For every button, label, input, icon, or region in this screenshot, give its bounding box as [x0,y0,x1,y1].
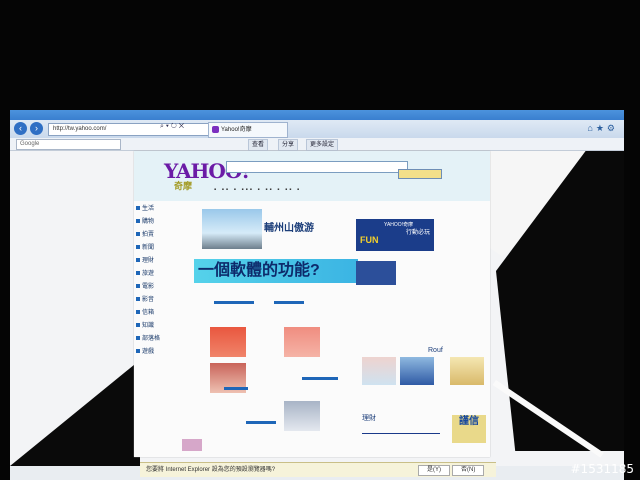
infobar-message: 您要將 Internet Explorer 設為您的預設瀏覽器嗎? [146,467,276,473]
nav-item[interactable]: 理財 [136,255,192,266]
finance-chart-line [362,433,440,434]
toolbar-view-button[interactable]: 查看 [248,139,269,151]
infobar-no-button[interactable]: 否(N) [452,465,485,476]
hero-image[interactable] [202,209,262,249]
address-bar[interactable]: http://tw.yahoo.com/ [48,123,214,136]
toolbar-more-button[interactable]: 更多設定 [306,139,339,151]
ie-default-browser-bar: 您要將 Internet Explorer 設為您的預設瀏覽器嗎? 是(Y) 否… [140,462,496,477]
glitch-dash [274,301,304,304]
yahoo-page: YAHOO! 奇摩 ▪ ▪▪ ▪ ▪▪▪ ▪ ▪▪ ▪ ▪▪ ▪ 生活 購物 拍… [134,151,490,457]
forward-icon[interactable]: › [30,122,43,135]
ad-label: 行動必玩 [406,230,431,236]
right-thumb[interactable] [400,357,434,385]
glitch-dash [246,421,276,424]
browser-toolbar-icons[interactable]: ⌂★⚙ [587,123,618,134]
ad-secondary[interactable] [356,261,396,285]
nav-item[interactable]: 新聞 [136,242,192,253]
glitch-dash [224,387,248,390]
left-nav: 生活 購物 拍賣 新聞 理財 旅遊 電影 影音 信箱 知識 部落格 遊戲 [136,201,192,457]
product-thumb[interactable] [210,327,246,357]
toolbar-share-button[interactable]: 分享 [278,139,299,151]
product-thumb[interactable] [284,327,320,357]
nav-item[interactable]: 遊戲 [136,346,192,357]
search-button[interactable] [398,169,442,179]
tab-label: Yahoo!奇摩 [221,127,252,133]
banner-headline[interactable]: 一個軟體的功能? [194,259,358,283]
yahoo-logo-sub: 奇摩 [174,181,193,191]
infobar-yes-button[interactable]: 是(Y) [418,465,450,476]
navigation-bar: ‹ › http://tw.yahoo.com/ ⌕▾↻✕ Yahoo!奇摩 ⌂… [10,120,624,138]
address-bar-icons[interactable]: ⌕▾↻✕ [160,123,186,131]
page-header: YAHOO! 奇摩 ▪ ▪▪ ▪ ▪▪▪ ▪ ▪▪ ▪ ▪▪ ▪ [134,151,490,201]
nav-item[interactable]: 影音 [136,294,192,305]
nav-item[interactable]: 生活 [136,203,192,214]
header-links[interactable]: ▪ ▪▪ ▪ ▪▪▪ ▪ ▪▪ ▪ ▪▪ ▪ [214,187,301,193]
google-toolbar: Google 查看 分享 更多設定 [10,138,624,151]
nav-item[interactable]: 旅遊 [136,268,192,279]
nav-item[interactable]: 知識 [136,320,192,331]
right-thumb[interactable] [450,357,484,385]
search-input[interactable] [226,161,408,173]
right-thumb[interactable] [362,357,396,385]
nav-item[interactable]: 電影 [136,281,192,292]
finance-title: 理財 [362,415,376,422]
watermark: #1531185 [570,462,635,476]
browser-tab[interactable]: Yahoo!奇摩 [208,122,288,138]
glitch-dash [214,301,254,304]
nav-item[interactable]: 信箱 [136,307,192,318]
hero-title[interactable]: 輔州山傲游 [264,219,314,234]
right-section-title: Rouf [428,347,443,354]
glitch-blob [182,439,202,451]
nav-item[interactable]: 購物 [136,216,192,227]
jinxin-ad[interactable]: 謹信 [452,415,486,443]
product-thumb[interactable] [284,401,320,431]
google-search-input[interactable]: Google [16,139,121,150]
window-titlebar [10,110,624,120]
glitch-dash [302,377,338,380]
back-icon[interactable]: ‹ [14,122,27,135]
yahoo-favicon-icon [212,126,219,133]
ad-fun-text: FUN [360,235,379,245]
nav-item[interactable]: 拍賣 [136,229,192,240]
nav-item[interactable]: 部落格 [136,333,192,344]
screen: ‹ › http://tw.yahoo.com/ ⌕▾↻✕ Yahoo!奇摩 ⌂… [10,110,624,480]
